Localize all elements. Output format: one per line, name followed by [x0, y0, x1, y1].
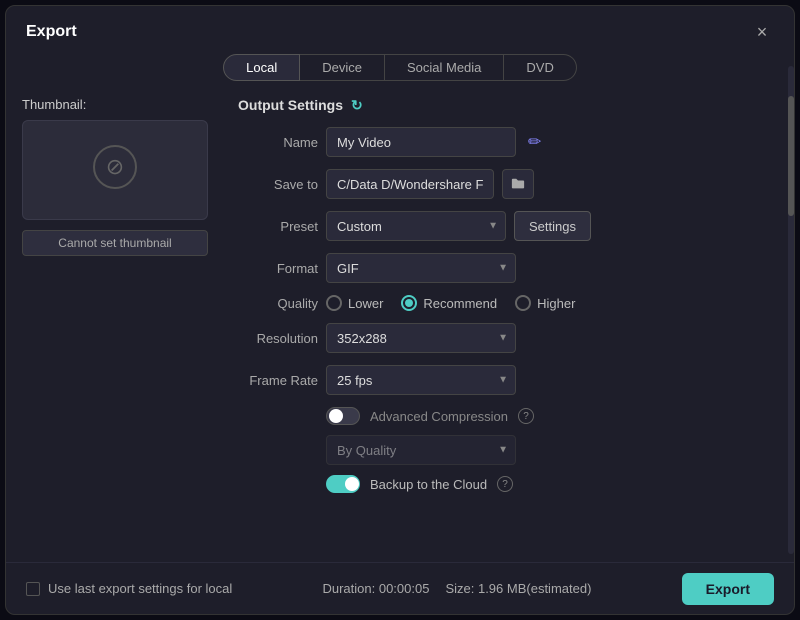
refresh-icon[interactable]: ↻ [351, 97, 367, 113]
use-last-settings-text: Use last export settings for local [48, 581, 232, 596]
tabs-row: Local Device Social Media DVD [6, 54, 794, 93]
settings-button[interactable]: Settings [514, 211, 591, 241]
format-select-wrap: GIF ▼ [326, 253, 516, 283]
output-settings-section: Output Settings ↻ [238, 97, 778, 113]
preset-select-wrap: Custom ▼ [326, 211, 506, 241]
resolution-select-wrap: 352x288 ▼ [326, 323, 516, 353]
backup-cloud-row: Backup to the Cloud ? [238, 475, 778, 493]
by-quality-row: By Quality ▼ [238, 435, 778, 465]
backup-cloud-help-icon[interactable]: ? [497, 476, 513, 492]
scrollbar[interactable] [788, 93, 794, 554]
footer-info: Duration: 00:00:05 Size: 1.96 MB(estimat… [322, 581, 591, 596]
resolution-select[interactable]: 352x288 [326, 323, 516, 353]
format-select[interactable]: GIF [326, 253, 516, 283]
format-row: Format GIF ▼ [238, 253, 778, 283]
quality-recommend-option[interactable]: Recommend [401, 295, 497, 311]
backup-cloud-knob [345, 477, 359, 491]
name-label: Name [238, 135, 318, 150]
framerate-label: Frame Rate [238, 373, 318, 388]
quality-label: Quality [238, 296, 318, 311]
preset-row: Preset Custom ▼ Settings [238, 211, 778, 241]
export-button[interactable]: Export [682, 573, 774, 605]
tab-local[interactable]: Local [223, 54, 300, 81]
scrollbar-thumb[interactable] [788, 96, 794, 216]
save-to-row: Save to [238, 169, 778, 199]
quality-lower-radio[interactable] [326, 295, 342, 311]
quality-higher-radio[interactable] [515, 295, 531, 311]
name-input[interactable] [326, 127, 516, 157]
tab-dvd[interactable]: DVD [504, 54, 576, 81]
advanced-compression-help-icon[interactable]: ? [518, 408, 534, 424]
advanced-compression-label: Advanced Compression [370, 409, 508, 424]
folder-button[interactable] [502, 169, 534, 199]
by-quality-select-wrap: By Quality ▼ [326, 435, 516, 465]
right-panel: Output Settings ↻ Name ✏ Save to [238, 93, 778, 562]
quality-lower-option[interactable]: Lower [326, 295, 383, 311]
advanced-compression-knob [329, 409, 343, 423]
dialog-title: Export [26, 23, 77, 41]
backup-cloud-label: Backup to the Cloud [370, 477, 487, 492]
save-to-label: Save to [238, 177, 318, 192]
format-label: Format [238, 261, 318, 276]
quality-row: Quality Lower Recommend [238, 295, 778, 311]
quality-recommend-radio[interactable] [401, 295, 417, 311]
dialog-body: Thumbnail: ⊘ Cannot set thumbnail Output… [6, 93, 794, 562]
name-row: Name ✏ [238, 127, 778, 157]
left-panel: Thumbnail: ⊘ Cannot set thumbnail [22, 93, 222, 562]
thumbnail-label: Thumbnail: [22, 97, 222, 112]
size-info: Size: 1.96 MB(estimated) [445, 581, 591, 596]
thumbnail-box: ⊘ [22, 120, 208, 220]
dialog-footer: Use last export settings for local Durat… [6, 562, 794, 614]
no-thumbnail-icon: ⊘ [93, 145, 137, 189]
use-last-settings-label[interactable]: Use last export settings for local [26, 581, 232, 596]
tab-social-media[interactable]: Social Media [385, 54, 504, 81]
close-button[interactable]: × [750, 20, 774, 44]
quality-lower-label: Lower [348, 296, 383, 311]
preset-select[interactable]: Custom [326, 211, 506, 241]
framerate-select[interactable]: 25 fps [326, 365, 516, 395]
use-last-settings-checkbox[interactable] [26, 582, 40, 596]
overlay: Export × Local Device Social Media DVD T… [0, 0, 800, 620]
quality-recommend-label: Recommend [423, 296, 497, 311]
cannot-set-thumbnail-button[interactable]: Cannot set thumbnail [22, 230, 208, 256]
advanced-compression-row: Advanced Compression ? [238, 407, 778, 425]
preset-label: Preset [238, 219, 318, 234]
resolution-label: Resolution [238, 331, 318, 346]
export-dialog: Export × Local Device Social Media DVD T… [5, 5, 795, 615]
quality-radio-group: Lower Recommend Higher [326, 295, 575, 311]
quality-recommend-dot [405, 299, 413, 307]
advanced-compression-toggle[interactable] [326, 407, 360, 425]
framerate-select-wrap: 25 fps ▼ [326, 365, 516, 395]
quality-higher-option[interactable]: Higher [515, 295, 575, 311]
duration-info: Duration: 00:00:05 [322, 581, 429, 596]
framerate-row: Frame Rate 25 fps ▼ [238, 365, 778, 395]
backup-cloud-toggle[interactable] [326, 475, 360, 493]
output-settings-label: Output Settings [238, 97, 343, 113]
tab-device[interactable]: Device [300, 54, 385, 81]
save-to-input[interactable] [326, 169, 494, 199]
ai-button[interactable]: ✏ [524, 132, 545, 152]
resolution-row: Resolution 352x288 ▼ [238, 323, 778, 353]
dialog-header: Export × [6, 6, 794, 54]
quality-higher-label: Higher [537, 296, 575, 311]
by-quality-select[interactable]: By Quality [326, 435, 516, 465]
